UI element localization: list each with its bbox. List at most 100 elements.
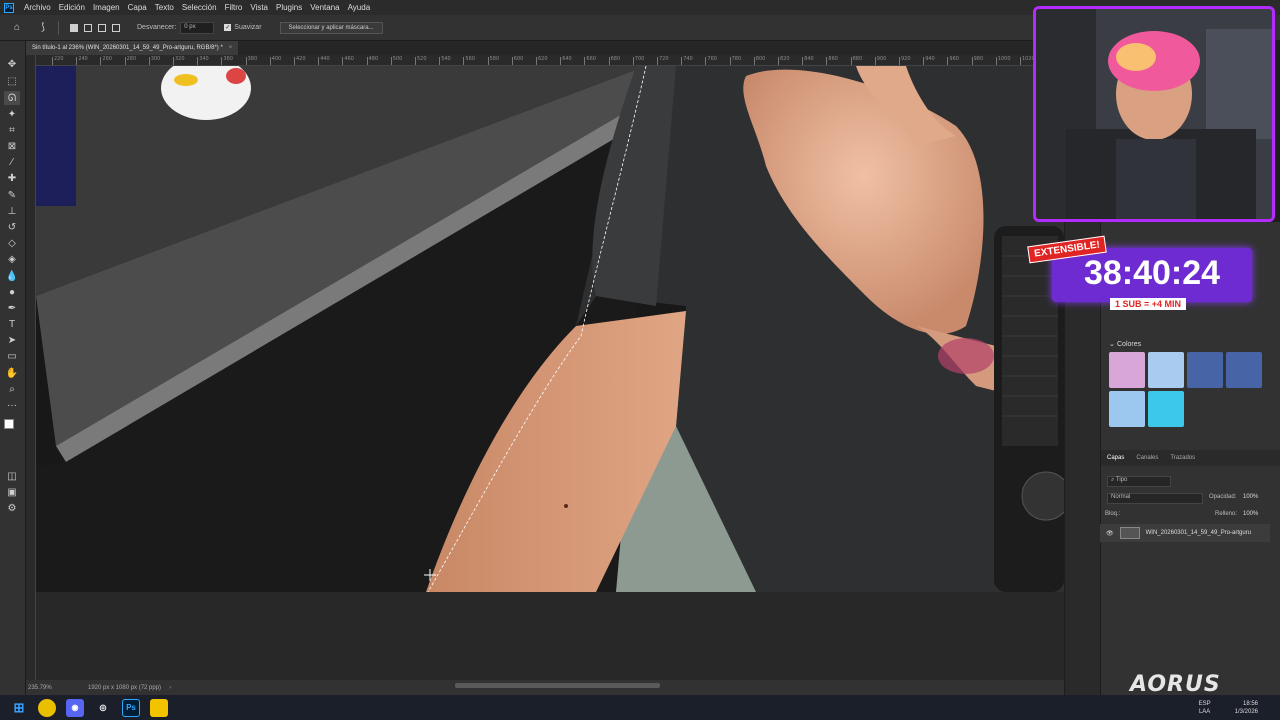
file-explorer-icon[interactable] (150, 698, 168, 717)
language-indicator[interactable]: ESP LAA (1199, 700, 1211, 716)
opacity-label: Opacidad: (1209, 494, 1237, 500)
ruler-tick (778, 57, 779, 65)
opacity-input[interactable]: 100% (1243, 494, 1258, 500)
obs-icon[interactable]: ◎ (94, 699, 112, 717)
gradient-tool-icon[interactable]: ◈ (4, 252, 20, 266)
eyedropper-tool-icon[interactable]: ⁄ (4, 155, 20, 169)
dodge-tool-icon[interactable]: ● (4, 285, 20, 299)
ruler-tick-label: 720 (659, 56, 669, 62)
windows-start-icon[interactable]: ⊞ (10, 699, 28, 717)
horizontal-scrollbar[interactable] (455, 683, 660, 688)
layer-filter-select[interactable]: ⌕ Tipo (1107, 476, 1171, 487)
menu-ayuda[interactable]: Ayuda (344, 3, 375, 12)
menu-capa[interactable]: Capa (124, 3, 151, 12)
ruler-tick (536, 57, 537, 65)
menu-plugins[interactable]: Plugins (272, 3, 306, 12)
layer-name[interactable]: WIN_20260301_14_59_49_Pro-artguru (1146, 530, 1251, 536)
blend-mode-select[interactable]: Normal (1107, 493, 1203, 504)
ruler-tick (947, 57, 949, 65)
zoom-tool-icon[interactable]: ⌕ (4, 382, 20, 396)
pen-tool-icon[interactable]: ✒ (4, 301, 20, 315)
edit-toolbar-icon[interactable]: ⚙ (4, 501, 20, 515)
healing-brush-tool-icon[interactable]: ✚ (4, 171, 20, 185)
webcam-image (1036, 9, 1272, 219)
home-icon[interactable]: ⌂ (10, 21, 24, 35)
color-swatch-3[interactable] (1187, 352, 1223, 388)
layer-filter-value: Tipo (1115, 477, 1128, 483)
select-and-mask-button[interactable]: Seleccionar y aplicar máscara... (279, 21, 383, 34)
add-selection-icon[interactable] (84, 23, 92, 32)
zoom-level[interactable]: 235.79% (28, 685, 76, 691)
photoshop-taskbar-icon[interactable]: Ps (122, 698, 140, 717)
tab-canales[interactable]: Canales (1136, 455, 1158, 461)
clock[interactable]: 18:56 1/3/2026 (1235, 700, 1258, 716)
new-selection-icon[interactable] (70, 23, 78, 32)
horizontal-ruler[interactable]: 220 240 260 280 300 320 340 360 380 400 420 440 460 4… (36, 55, 1064, 66)
ruler-tick-label: 460 (344, 56, 354, 62)
chrome-icon[interactable] (38, 698, 56, 717)
pasteboard[interactable] (36, 592, 1064, 680)
layer-thumbnail (1119, 527, 1140, 539)
intersect-selection-icon[interactable] (112, 23, 120, 32)
history-brush-tool-icon[interactable]: ↺ (4, 220, 20, 234)
menu-seleccion[interactable]: Selección (178, 3, 221, 12)
blur-tool-icon[interactable]: 💧 (4, 269, 20, 283)
hand-tool-icon[interactable]: ✋ (4, 366, 20, 380)
status-chevron-icon[interactable]: › (169, 685, 171, 691)
ruler-tick (415, 57, 416, 65)
subtract-selection-icon[interactable] (98, 23, 106, 32)
menu-imagen[interactable]: Imagen (89, 3, 124, 12)
type-tool-icon[interactable]: T (4, 317, 20, 331)
fill-input[interactable]: 100% (1243, 511, 1258, 517)
crop-tool-icon[interactable]: ⌗ (4, 123, 20, 137)
lasso-tool-icon[interactable]: ᘏ (4, 91, 20, 105)
menu-edicion[interactable]: Edición (55, 3, 89, 12)
document-canvas[interactable] (36, 66, 1064, 592)
colors-chevron-icon[interactable]: ⌄ (1109, 340, 1115, 348)
stamp-tool-icon[interactable]: ⊥ (4, 204, 20, 218)
ruler-tick (705, 57, 707, 65)
close-tab-icon[interactable]: × (229, 45, 233, 51)
magic-wand-tool-icon[interactable]: ✦ (4, 107, 20, 121)
feather-input[interactable]: 0 px (180, 21, 215, 34)
marquee-tool-icon[interactable]: ⬚ (4, 74, 20, 88)
menu-filtro[interactable]: Filtro (221, 3, 247, 12)
ruler-tick-label: 440 (320, 56, 330, 62)
menu-ventana[interactable]: Ventana (306, 3, 343, 12)
color-swatch-1[interactable] (1109, 352, 1145, 388)
quick-mask-icon[interactable]: ◫ (4, 469, 20, 483)
document-tab[interactable]: Sin título-1 al 236% (WIN_20260301_14_59… (26, 41, 239, 55)
ruler-tick-label: 340 (199, 56, 209, 62)
menu-vista[interactable]: Vista (246, 3, 272, 12)
lasso-tool-preset-icon[interactable]: ⟆ (36, 21, 50, 35)
color-swatch-2[interactable] (1148, 352, 1184, 388)
ruler-tick (439, 57, 441, 65)
color-swatch-4[interactable] (1226, 352, 1262, 388)
move-tool-icon[interactable]: ✥ (4, 57, 20, 71)
screen-mode-icon[interactable]: ▣ (4, 485, 20, 499)
menu-archivo[interactable]: Archivo (20, 3, 55, 12)
visibility-eye-icon[interactable]: 👁 (1106, 530, 1114, 537)
layer-row[interactable]: 👁 WIN_20260301_14_59_49_Pro-artguru (1100, 524, 1270, 542)
color-swatch-5[interactable] (1109, 391, 1145, 427)
ruler-tick (76, 57, 78, 65)
document-tabs: Sin título-1 al 236% (WIN_20260301_14_59… (26, 41, 1064, 55)
foreground-color-swatch[interactable] (4, 419, 14, 429)
brush-tool-icon[interactable]: ✎ (4, 188, 20, 202)
frame-tool-icon[interactable]: ⊠ (4, 139, 20, 153)
eraser-tool-icon[interactable]: ◇ (4, 236, 20, 250)
path-selection-tool-icon[interactable]: ➤ (4, 333, 20, 347)
tab-trazados[interactable]: Trazados (1170, 455, 1195, 461)
ruler-tick (560, 57, 562, 65)
ruler-tick (52, 57, 53, 65)
colors-panel-title: Colores (1117, 341, 1142, 348)
rectangle-tool-icon[interactable]: ▭ (4, 349, 20, 363)
smooth-checkbox[interactable]: ✓ (224, 24, 232, 31)
tab-capas[interactable]: Capas (1107, 455, 1124, 461)
menu-texto[interactable]: Texto (151, 3, 178, 12)
color-swatch-6[interactable] (1148, 391, 1184, 427)
vertical-ruler[interactable] (26, 55, 36, 680)
more-tools-icon[interactable]: ··· (4, 398, 20, 412)
discord-icon[interactable]: ◉ (66, 698, 84, 717)
ruler-tick-label: 960 (949, 56, 959, 62)
